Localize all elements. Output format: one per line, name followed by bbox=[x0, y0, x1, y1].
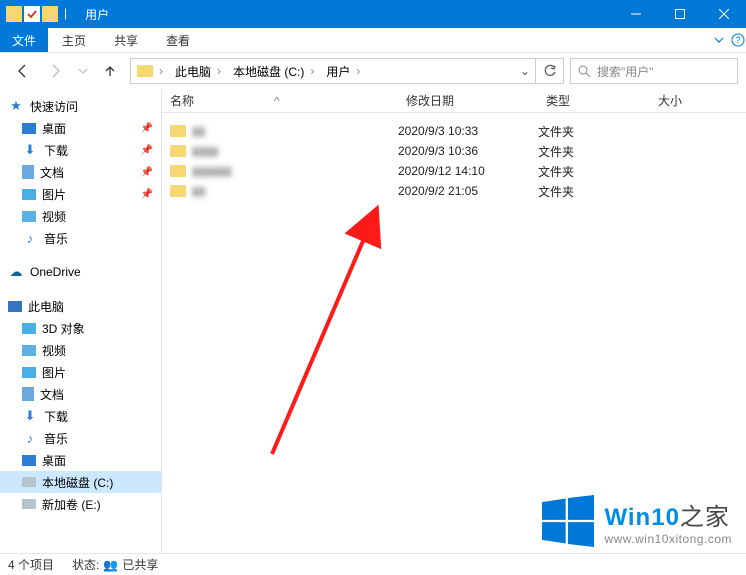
minimize-button[interactable] bbox=[614, 0, 658, 28]
folder-icon bbox=[170, 125, 186, 137]
refresh-button[interactable] bbox=[535, 59, 563, 83]
history-dropdown[interactable] bbox=[76, 57, 90, 85]
main-area: ★ 快速访问 桌面📌 ⬇下载📌 文档📌 图片📌 视频 ♪音乐 ☁ OneDriv… bbox=[0, 89, 746, 553]
sidebar-item-videos2[interactable]: 视频 bbox=[0, 339, 161, 361]
star-icon: ★ bbox=[8, 98, 24, 114]
status-state: 状态: 👥 已共享 bbox=[72, 556, 158, 573]
sidebar-onedrive[interactable]: ☁ OneDrive bbox=[0, 261, 161, 283]
sidebar-item-drive-e[interactable]: 新加卷 (E:) bbox=[0, 493, 161, 515]
up-button[interactable] bbox=[96, 57, 124, 85]
sort-indicator-icon: ^ bbox=[274, 94, 280, 108]
desktop-icon bbox=[22, 455, 36, 466]
download-icon: ⬇ bbox=[22, 408, 38, 424]
column-headers[interactable]: 名称 ^ 修改日期 类型 大小 bbox=[162, 89, 746, 113]
title-bar: | 用户 bbox=[0, 0, 746, 28]
pin-icon: 📌 bbox=[141, 145, 153, 156]
folder-icon bbox=[170, 185, 186, 197]
sidebar-item-documents[interactable]: 文档📌 bbox=[0, 161, 161, 183]
tab-share[interactable]: 共享 bbox=[100, 28, 152, 52]
sidebar-item-3d[interactable]: 3D 对象 bbox=[0, 317, 161, 339]
ribbon: 文件 主页 共享 查看 ? bbox=[0, 28, 746, 53]
qat-icons: | bbox=[0, 6, 77, 22]
video-icon bbox=[22, 345, 36, 356]
video-icon bbox=[22, 211, 36, 222]
file-list: ▮▮ 2020/9/3 10:33 文件夹 ▮▮▮▮ 2020/9/3 10:3… bbox=[162, 113, 746, 201]
window-title: 用户 bbox=[77, 6, 614, 23]
drive-icon bbox=[22, 499, 36, 509]
status-item-count: 4 个项目 bbox=[8, 556, 54, 573]
pin-icon: 📌 bbox=[141, 123, 153, 134]
search-placeholder: 搜索"用户" bbox=[597, 63, 654, 80]
3d-icon bbox=[22, 323, 36, 334]
sidebar-this-pc[interactable]: 此电脑 bbox=[0, 295, 161, 317]
tab-home[interactable]: 主页 bbox=[48, 28, 100, 52]
people-icon: 👥 bbox=[103, 558, 118, 572]
file-row[interactable]: ▮▮ 2020/9/2 21:05 文件夹 bbox=[162, 181, 746, 201]
music-icon: ♪ bbox=[22, 230, 38, 246]
sidebar-item-drive-c[interactable]: 本地磁盘 (C:) bbox=[0, 471, 161, 493]
sidebar-item-pictures2[interactable]: 图片 bbox=[0, 361, 161, 383]
caption-buttons bbox=[614, 0, 746, 28]
doc-icon bbox=[22, 165, 34, 179]
pin-icon: 📌 bbox=[141, 167, 153, 178]
svg-text:?: ? bbox=[735, 35, 740, 45]
address-bar[interactable]: › 此电脑› 本地磁盘 (C:)› 用户› ⌄ bbox=[130, 58, 564, 84]
file-row[interactable]: ▮▮▮▮▮▮ 2020/9/12 14:10 文件夹 bbox=[162, 161, 746, 181]
music-icon: ♪ bbox=[22, 430, 38, 446]
col-date[interactable]: 修改日期 bbox=[398, 92, 538, 109]
pic-icon bbox=[22, 189, 36, 200]
sidebar-item-videos[interactable]: 视频 bbox=[0, 205, 161, 227]
qat-icon[interactable] bbox=[24, 6, 40, 22]
back-button[interactable] bbox=[8, 57, 36, 85]
forward-button[interactable] bbox=[42, 57, 70, 85]
desktop-icon bbox=[22, 123, 36, 134]
folder-icon bbox=[170, 165, 186, 177]
sidebar-item-downloads2[interactable]: ⬇下载 bbox=[0, 405, 161, 427]
sidebar-item-desktop[interactable]: 桌面📌 bbox=[0, 117, 161, 139]
search-icon bbox=[577, 64, 591, 78]
sidebar-item-music2[interactable]: ♪音乐 bbox=[0, 427, 161, 449]
sidebar-item-pictures[interactable]: 图片📌 bbox=[0, 183, 161, 205]
col-size[interactable]: 大小 bbox=[650, 92, 746, 109]
folder-icon bbox=[6, 6, 22, 22]
status-bar: 4 个项目 状态: 👥 已共享 bbox=[0, 553, 746, 575]
file-row[interactable]: ▮▮ 2020/9/3 10:33 文件夹 bbox=[162, 121, 746, 141]
address-dropdown[interactable]: ⌄ bbox=[515, 64, 535, 78]
sidebar-item-documents2[interactable]: 文档 bbox=[0, 383, 161, 405]
annotation-arrow bbox=[272, 224, 412, 467]
cloud-icon: ☁ bbox=[8, 264, 24, 280]
sidebar-item-music[interactable]: ♪音乐 bbox=[0, 227, 161, 249]
tab-view[interactable]: 查看 bbox=[152, 28, 204, 52]
search-input[interactable]: 搜索"用户" bbox=[570, 58, 738, 84]
breadcrumb-users[interactable]: 用户 bbox=[326, 63, 350, 80]
file-row[interactable]: ▮▮▮▮ 2020/9/3 10:36 文件夹 bbox=[162, 141, 746, 161]
windows-logo-icon bbox=[542, 495, 594, 547]
pc-icon bbox=[8, 301, 22, 312]
folder-icon bbox=[137, 65, 153, 77]
maximize-button[interactable] bbox=[658, 0, 702, 28]
sidebar-item-desktop2[interactable]: 桌面 bbox=[0, 449, 161, 471]
file-list-pane: 名称 ^ 修改日期 类型 大小 ▮▮ 2020/9/3 10:33 文件夹 ▮▮… bbox=[162, 89, 746, 553]
col-name[interactable]: 名称 bbox=[170, 92, 194, 109]
folder-icon bbox=[170, 145, 186, 157]
nav-pane[interactable]: ★ 快速访问 桌面📌 ⬇下载📌 文档📌 图片📌 视频 ♪音乐 ☁ OneDriv… bbox=[0, 89, 162, 553]
download-icon: ⬇ bbox=[22, 142, 38, 158]
sidebar-quick-access[interactable]: ★ 快速访问 bbox=[0, 95, 161, 117]
drive-icon bbox=[22, 477, 36, 487]
qat-divider: | bbox=[60, 6, 71, 22]
breadcrumb-drive[interactable]: 本地磁盘 (C:) bbox=[233, 63, 304, 80]
sidebar-item-downloads[interactable]: ⬇下载📌 bbox=[0, 139, 161, 161]
watermark: Win10之家 www.win10xitong.com bbox=[542, 495, 732, 547]
close-button[interactable] bbox=[702, 0, 746, 28]
tab-file[interactable]: 文件 bbox=[0, 28, 48, 52]
breadcrumb-pc[interactable]: 此电脑 bbox=[175, 63, 211, 80]
pic-icon bbox=[22, 367, 36, 378]
address-bar-row: › 此电脑› 本地磁盘 (C:)› 用户› ⌄ 搜索"用户" bbox=[0, 53, 746, 89]
ribbon-expand-button[interactable]: ? bbox=[712, 33, 746, 47]
col-type[interactable]: 类型 bbox=[538, 92, 650, 109]
pin-icon: 📌 bbox=[141, 189, 153, 200]
folder-icon bbox=[42, 6, 58, 22]
doc-icon bbox=[22, 387, 34, 401]
